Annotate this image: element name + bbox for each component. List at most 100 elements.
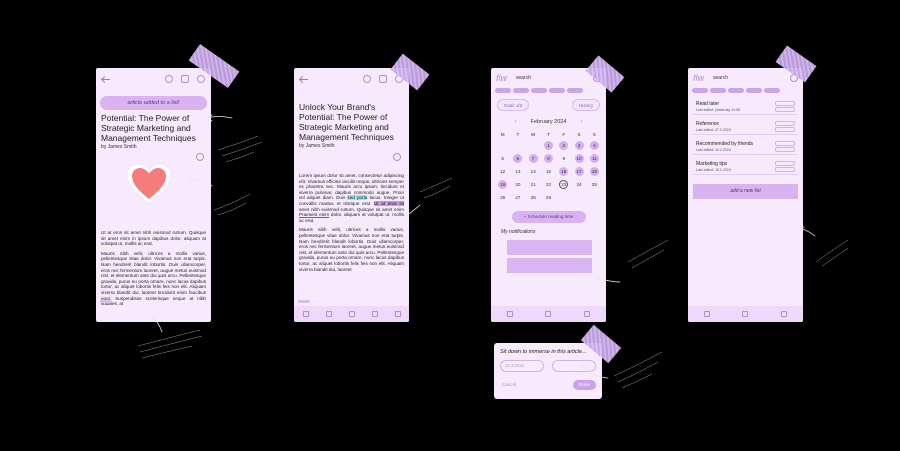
scroll-indicator[interactable] — [298, 300, 310, 303]
calendar-day[interactable]: 19 — [498, 180, 508, 189]
list-icon[interactable] — [379, 75, 387, 83]
calendar-day[interactable]: 6 — [513, 154, 523, 163]
history-button[interactable]: History — [571, 99, 600, 111]
filter-chip[interactable] — [728, 88, 744, 93]
calendar-day[interactable]: 16 — [559, 167, 569, 176]
done-button[interactable]: Done — [573, 380, 596, 390]
list-item[interactable]: Recommended by friends Last edited: 12.2.… — [693, 139, 798, 155]
list-item[interactable]: Marketing tips Last edited: 19.1.2024 — [693, 159, 798, 175]
calendar-day[interactable]: 12 — [498, 167, 507, 176]
share-icon[interactable] — [165, 75, 173, 83]
calendar-day[interactable]: 13 — [513, 167, 522, 176]
calendar-icon[interactable] — [583, 311, 590, 317]
modal-actions: Cancel Done — [494, 372, 602, 390]
calendar-day[interactable]: 3 — [574, 141, 584, 150]
notification-item[interactable] — [507, 258, 592, 273]
calendar-day[interactable]: 18 — [589, 167, 599, 176]
toast-message: article added to a list! — [100, 96, 207, 110]
scroll-indicator[interactable] — [100, 300, 112, 303]
speaker-icon[interactable] — [393, 153, 401, 161]
discover-icon[interactable] — [742, 311, 749, 317]
bookmark-icon[interactable] — [197, 75, 205, 83]
filter-chip[interactable] — [746, 88, 762, 93]
list-item[interactable]: Reference Last edited: 27.2.2024 — [693, 119, 798, 135]
article-title: Potential: The Power of Strategic Market… — [101, 113, 196, 143]
calendar-day[interactable]: 17 — [574, 167, 584, 176]
calendar-day[interactable]: 5 — [498, 154, 507, 163]
filter-chip[interactable] — [764, 88, 780, 93]
calendar-day[interactable]: 20 — [513, 180, 522, 189]
list-action-button[interactable] — [775, 121, 795, 126]
list-action-button[interactable] — [775, 141, 795, 146]
list-last-edited: Last edited: 27.2.2024 — [696, 128, 731, 132]
filter-chip[interactable] — [495, 88, 511, 93]
calendar-day[interactable]: 22 — [544, 180, 553, 189]
home-icon[interactable] — [507, 311, 514, 317]
home-icon[interactable] — [704, 311, 711, 317]
notification-item[interactable] — [507, 240, 592, 255]
calendar-day[interactable]: 14 — [529, 167, 538, 176]
calendar-day[interactable]: 27 — [513, 193, 522, 202]
list-action-button[interactable] — [775, 147, 795, 152]
calendar-day[interactable]: 1 — [543, 141, 553, 150]
discover-icon[interactable] — [545, 311, 552, 317]
calendar-icon[interactable] — [780, 311, 787, 317]
share-icon[interactable] — [363, 75, 371, 83]
search-bar[interactable]: flw search — [688, 70, 803, 86]
filter-chip[interactable] — [692, 88, 708, 93]
calendar-day[interactable]: 25 — [590, 180, 599, 189]
highlight-blue[interactable]: sed porta — [347, 195, 368, 201]
schedule-reading-button[interactable]: + Schedule reading time — [511, 211, 586, 223]
list-action-button[interactable] — [775, 127, 795, 132]
calendar-day[interactable]: 9 — [559, 154, 568, 163]
add-list-button[interactable]: add a new list — [693, 184, 798, 199]
filter-chip[interactable] — [531, 88, 547, 93]
list-action-button[interactable] — [775, 107, 795, 112]
filter-chip[interactable] — [567, 88, 583, 93]
calendar-day[interactable]: 11 — [589, 154, 599, 163]
forward-icon[interactable] — [371, 311, 378, 317]
calendar-day[interactable]: 21 — [529, 180, 538, 189]
calendar-day — [559, 193, 568, 202]
list-action-button[interactable] — [775, 167, 795, 172]
filter-chip[interactable] — [710, 88, 726, 93]
next-month-icon[interactable]: › — [580, 119, 582, 125]
filter-chip[interactable] — [549, 88, 565, 93]
calendar-day[interactable]: 8 — [543, 154, 553, 163]
calendar-day[interactable]: 15 — [544, 167, 553, 176]
speaker-icon[interactable] — [196, 153, 204, 161]
list-action-button[interactable] — [775, 101, 795, 106]
play-icon[interactable] — [348, 311, 355, 317]
calendar-day — [513, 141, 522, 150]
schedule-label: Schedule reading time — [527, 214, 574, 219]
cancel-button[interactable]: Cancel — [502, 380, 516, 390]
calendar-day[interactable]: 26 — [498, 193, 507, 202]
list-item[interactable]: Read later Last edited: yesterday 12:05 — [693, 99, 798, 115]
list-icon[interactable] — [181, 75, 189, 83]
time-field[interactable] — [552, 360, 596, 372]
goal-button[interactable]: Goal: 1/3 — [497, 99, 530, 111]
menu-icon[interactable] — [302, 311, 309, 317]
prev-month-icon[interactable]: ‹ — [515, 119, 517, 125]
edit-icon[interactable] — [394, 311, 401, 317]
calendar-day[interactable]: 24 — [575, 180, 584, 189]
search-input[interactable]: search — [713, 75, 784, 81]
calendar-day[interactable]: 4 — [589, 141, 599, 150]
rewind-icon[interactable] — [325, 311, 332, 317]
calendar-day[interactable]: 28 — [529, 193, 538, 202]
calendar-day[interactable]: 7 — [528, 154, 538, 163]
calendar-day[interactable]: 2 — [559, 141, 569, 150]
calendar-day[interactable]: 10 — [574, 154, 584, 163]
date-field[interactable]: 24.3.2024 — [500, 360, 544, 372]
back-icon[interactable] — [102, 78, 110, 80]
heart-icon[interactable] — [125, 162, 173, 207]
filter-chip[interactable] — [513, 88, 529, 93]
calendar-week: 12 13 14 15 16 17 18 — [491, 167, 606, 176]
list-action-button[interactable] — [775, 161, 795, 166]
back-icon[interactable] — [300, 78, 308, 80]
calendar-day[interactable]: 29 — [544, 193, 553, 202]
search-input[interactable]: search — [516, 75, 587, 81]
calendar-day[interactable]: 23 — [559, 180, 569, 189]
highlight-purple[interactable]: Ut at eros sit — [373, 200, 404, 206]
month-header: ‹ February 2024 › — [491, 119, 606, 125]
